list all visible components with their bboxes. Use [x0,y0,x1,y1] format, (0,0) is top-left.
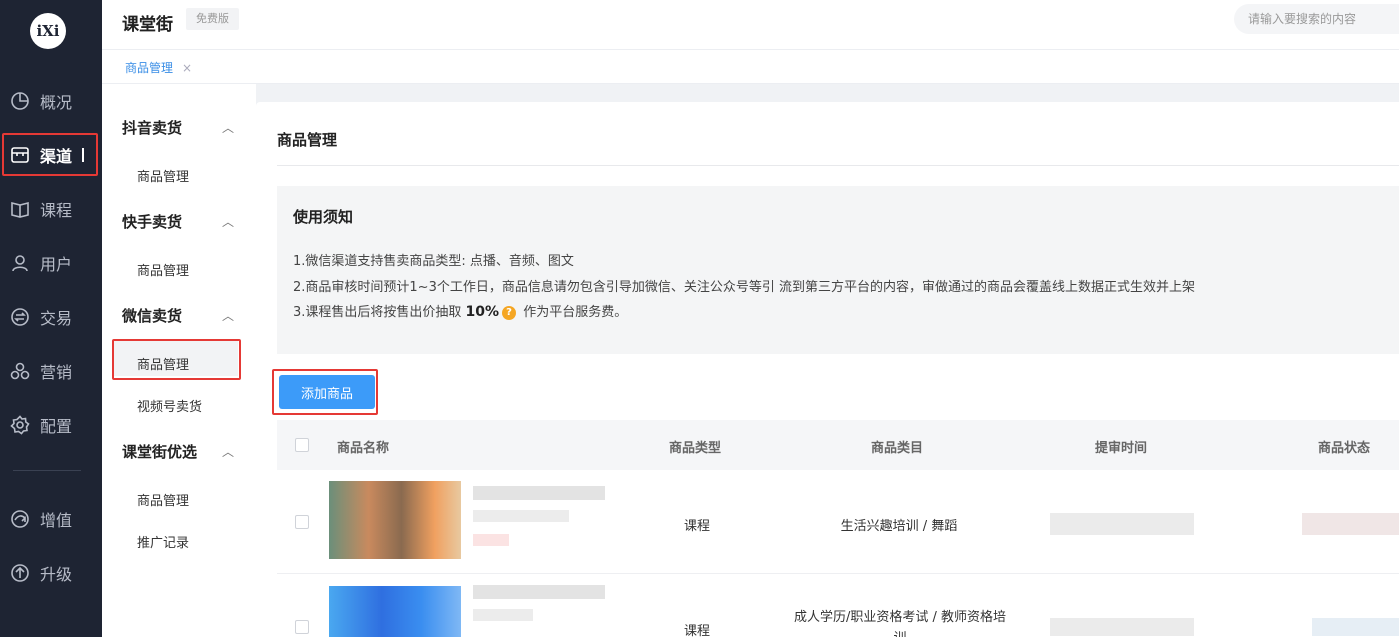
nav-divider [13,470,81,471]
table-row[interactable]: 课程 生活兴趣培训 / 舞蹈 [277,470,1399,574]
notice-text: 作为平台服务费。 [519,305,628,320]
select-all-checkbox[interactable] [295,438,309,452]
notice-line-3: 3.课程售出后将按售出价抽取 10%? 作为平台服务费。 [293,301,627,320]
nav-item-upgrade[interactable]: 升级 [0,553,102,593]
product-thumbnail[interactable] [329,586,461,637]
notice-text: 3.课程售出后将按售出价抽取 [293,305,466,320]
help-icon[interactable]: ? [502,305,517,320]
marketing-icon [9,360,31,382]
left-nav: iXi 概况 渠道 课程 用户 交易 营销 配置 增值 升级 [0,0,102,637]
blurred-status [1312,618,1399,636]
nav-label: 配置 [40,417,73,436]
nav-label: 营销 [40,363,73,382]
nav-item-trade[interactable]: 交易 [0,297,102,337]
nav-label: 用户 [40,255,73,274]
nav-item-overview[interactable]: 概况 [0,81,102,121]
notice-line-1: 1.微信渠道支持售卖商品类型: 点播、音频、图文 [293,254,574,269]
nav-item-value-added[interactable]: 增值 [0,499,102,539]
sidebar-item-promotion-records[interactable]: 推广记录 [137,532,189,551]
col-header-submit-time: 提审时间 [1095,441,1148,456]
brand-name: 课堂街 [122,15,173,35]
highlight-box [272,369,378,415]
value-added-icon [9,508,31,530]
col-header-category: 商品类目 [871,441,924,456]
blurred-product-name [473,486,605,500]
sidebar-item-channels-selling[interactable]: 视频号卖货 [137,396,202,415]
chevron-up-icon[interactable]: ︿ [222,213,234,230]
blurred-product-name [473,510,569,522]
app-logo[interactable]: iXi [30,13,66,49]
group-title[interactable]: 课堂街优选 [122,441,197,462]
sidebar-item-douyin-products[interactable]: 商品管理 [137,166,189,185]
sub-sidebar: 抖音卖货 ︿ 商品管理 快手卖货 ︿ 商品管理 微信卖货 ︿ 商品管理 视频号卖… [102,84,256,637]
table-header: 商品名称 商品类型 商品类目 提审时间 商品状态 [277,420,1399,470]
sidebar-item-kuaishou-products[interactable]: 商品管理 [137,260,189,279]
fee-percent: 10% [465,304,500,320]
chevron-up-icon[interactable]: ︿ [222,443,234,460]
blurred-product-name [473,585,605,599]
highlight-box [112,339,241,380]
blurred-price [473,534,509,546]
blurred-submit-time [1050,618,1194,636]
main-content: 商品管理 使用须知 1.微信渠道支持售卖商品类型: 点播、音频、图文 2.商品审… [256,102,1399,637]
chevron-up-icon[interactable]: ︿ [222,307,234,324]
col-header-name: 商品名称 [337,441,390,456]
sidebar-item-youxuan-products[interactable]: 商品管理 [137,490,189,509]
blurred-submit-time [1050,513,1194,535]
nav-item-user[interactable]: 用户 [0,243,102,283]
nav-item-course[interactable]: 课程 [0,189,102,229]
pie-chart-icon [9,90,31,112]
product-type: 课程 [683,624,710,637]
page-title: 商品管理 [277,131,338,149]
notice-title: 使用须知 [293,208,354,226]
notice-line-2: 2.商品审核时间预计1~3个工作日，商品信息请勿包含引导加微信、关注公众号等引 … [293,280,1195,295]
gear-icon [9,414,31,436]
tab-product-management[interactable]: 商品管理 × [125,59,192,76]
row-checkbox[interactable] [295,515,309,529]
table-row[interactable]: 课程 成人学历/职业资格考试 / 教师资格培训 [277,575,1399,637]
nav-label: 课程 [40,201,73,220]
plan-badge: 免费版 [186,8,239,30]
product-type: 课程 [683,519,710,534]
exchange-icon [9,306,31,328]
nav-label: 交易 [40,309,73,328]
close-icon[interactable]: × [182,61,192,75]
blurred-product-name [473,609,533,621]
group-title[interactable]: 微信卖货 [122,305,182,326]
nav-item-config[interactable]: 配置 [0,405,102,445]
row-checkbox[interactable] [295,620,309,634]
chevron-up-icon[interactable]: ︿ [222,119,234,136]
usage-notice: 使用须知 1.微信渠道支持售卖商品类型: 点播、音频、图文 2.商品审核时间预计… [277,186,1399,354]
group-title[interactable]: 快手卖货 [122,211,182,232]
col-header-type: 商品类型 [669,441,722,456]
nav-label: 增值 [40,511,73,530]
group-title[interactable]: 抖音卖货 [122,117,182,138]
nav-item-marketing[interactable]: 营销 [0,351,102,391]
highlight-box [2,133,98,176]
user-icon [9,252,31,274]
search-input[interactable] [1234,4,1399,34]
product-category: 生活兴趣培训 / 舞蹈 [840,519,958,534]
blurred-status [1302,513,1399,535]
divider [277,165,1399,166]
upgrade-arrow-icon [9,562,31,584]
product-category: 成人学历/职业资格考试 / 教师资格培训 [793,610,1007,637]
tabs-bar: 商品管理 × [102,50,1399,84]
tab-label: 商品管理 [125,61,174,75]
book-icon [9,198,31,220]
nav-label: 概况 [40,93,73,112]
product-thumbnail[interactable] [329,481,461,559]
col-header-status: 商品状态 [1318,441,1371,456]
nav-label: 升级 [40,565,73,584]
top-header: 课堂街 免费版 [102,0,1399,50]
